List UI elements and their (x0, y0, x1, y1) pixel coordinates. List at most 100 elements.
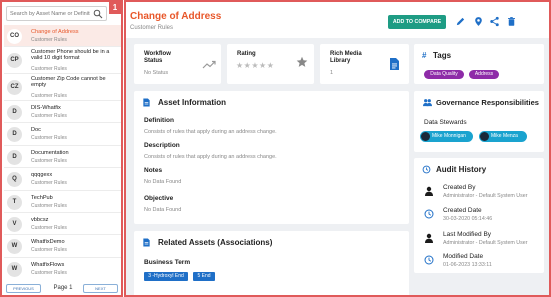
related-assets-title: Related Assets (Associations) (158, 238, 273, 247)
objective-label: Objective (144, 195, 174, 202)
list-item[interactable]: CP Customer Phone should be in a valid 1… (4, 47, 121, 74)
avatar (480, 132, 489, 141)
data-stewards-label: Data Stewards (424, 119, 467, 126)
business-term-chip[interactable]: 5 End (193, 272, 215, 281)
workflow-status-card: Workflow Status No Status (134, 44, 221, 84)
notes-value: No Data Found (144, 179, 182, 185)
edit-icon[interactable] (455, 16, 466, 27)
related-assets-icon (143, 238, 150, 247)
steward-chip[interactable]: Mike Menza (479, 131, 527, 142)
list-item[interactable]: W WhatfixDemo Customer Rules (4, 235, 121, 258)
panel-number-badge: 1 (109, 2, 121, 14)
objective-value: No Data Found (144, 207, 182, 213)
asset-information-card: Asset Information Definition Consists of… (134, 91, 409, 224)
list-item-category: Customer Rules (31, 157, 67, 164)
people-icon (423, 99, 432, 107)
governance-card: Governance Responsibilities Data Steward… (414, 91, 544, 152)
clock-icon (424, 255, 434, 265)
list-item-name: WhatfixFlows (31, 261, 65, 268)
rich-media-label: Rich Media Library (330, 51, 362, 64)
list-item-name: WhatfixDemo (31, 239, 65, 246)
page-title: Change of Address (130, 11, 222, 22)
document-icon (390, 58, 399, 70)
audit-value: 30-03-2020 05:14:46 (443, 216, 493, 222)
notes-label: Notes (144, 167, 163, 174)
list-item-category: Customer Rules (31, 224, 67, 231)
audit-title: Modified Date (443, 253, 484, 260)
list-item-name: DIS-Whatfix (31, 105, 61, 111)
pagination: PREVIOUS Page 1 NEXT (6, 284, 118, 294)
star-icon[interactable] (296, 56, 308, 68)
avatar: V (7, 216, 22, 232)
list-item[interactable]: D Documentation Customer Rules (4, 146, 121, 169)
asset-information-title: Asset Information (158, 98, 227, 107)
audit-title: Created By (443, 184, 476, 191)
rating-label: Rating (237, 51, 256, 57)
rich-media-count: 1 (330, 70, 334, 76)
business-term-label: Business Term (144, 259, 191, 266)
list-item[interactable]: V vbbcsz Customer Rules (4, 213, 121, 236)
asset-list-panel: 1 CO Change of Address Customer Rules CP… (0, 0, 123, 297)
list-item[interactable]: T TechPub Customer Rules (4, 191, 121, 213)
list-item-name: Customer Zip Code cannot be empty (31, 76, 106, 89)
list-item-category: Customer Rules (31, 66, 67, 72)
list-item-category: Customer Rules (31, 93, 67, 99)
asset-list: CO Change of Address Customer Rules CP C… (4, 25, 121, 280)
steward-chip[interactable]: Mike Monnigan (420, 131, 473, 142)
description-label: Description (144, 142, 180, 149)
list-item[interactable]: D DIS-Whatfix Customer Rules (4, 101, 121, 124)
audit-value: Administrator - Default System User (443, 193, 528, 199)
list-item-name: Change of Address (31, 29, 79, 35)
next-page-button[interactable]: NEXT (83, 284, 118, 293)
share-icon[interactable] (489, 16, 500, 27)
user-icon (425, 233, 433, 243)
avatar (421, 132, 430, 141)
clock-icon (424, 209, 434, 219)
info-document-icon (143, 98, 150, 107)
audit-row: Modified Date 01-06-2023 13:33:11 (414, 252, 544, 280)
delete-icon[interactable] (506, 16, 517, 27)
audit-history-card: Audit History Created By Administrator -… (414, 158, 544, 273)
related-assets-card: Related Assets (Associations) Business T… (134, 231, 409, 295)
list-item-name: Doc (31, 127, 41, 134)
location-pin-icon[interactable] (473, 16, 484, 27)
tags-title: Tags (433, 51, 452, 60)
previous-page-button[interactable]: PREVIOUS (6, 284, 41, 293)
search-box[interactable] (6, 6, 107, 21)
list-item-category: Customer Rules (31, 135, 67, 142)
list-item[interactable]: Q qqqgexx Customer Rules (4, 168, 121, 191)
rating-card: Rating ★★★★★ (227, 44, 314, 84)
audit-value: Administrator - Default System User (443, 240, 528, 246)
search-icon[interactable] (93, 9, 103, 19)
avatar: T (7, 194, 22, 210)
audit-value: 01-06-2023 13:33:11 (443, 262, 492, 268)
list-item[interactable]: W WhatfixFlows Customer Rules (4, 258, 121, 280)
history-icon (422, 165, 431, 174)
page-subtitle: Customer Rules (130, 25, 174, 31)
avatar: CZ (7, 80, 22, 95)
steward-name: Mike Monnigan (432, 133, 466, 139)
avatar: W (7, 239, 22, 255)
tag-chip[interactable]: Address (469, 70, 499, 79)
list-item-name: Documentation (31, 149, 69, 156)
list-item[interactable]: CO Change of Address Customer Rules (4, 25, 121, 47)
list-item[interactable]: CZ Customer Zip Code cannot be empty Cus… (4, 74, 121, 101)
avatar: D (7, 149, 22, 165)
avatar: W (7, 261, 22, 277)
audit-history-title: Audit History (436, 165, 487, 174)
tag-chip[interactable]: Data Quality (424, 70, 464, 79)
asset-detail-panel: 2 ✕ Change of Address Customer Rules ADD… (124, 0, 551, 297)
page-indicator: Page 1 (53, 285, 73, 291)
rating-stars[interactable]: ★★★★★ (236, 61, 274, 70)
avatar: CP (7, 53, 22, 68)
add-to-compare-button[interactable]: ADD TO COMPARE (388, 15, 446, 29)
rich-media-card[interactable]: Rich Media Library 1 (320, 44, 409, 84)
tags-card: # Tags Data Quality Address (414, 44, 544, 84)
business-term-chip[interactable]: 3 -Hydroxyl End (144, 272, 188, 281)
list-item-name: qqqgexx (31, 172, 53, 179)
governance-title: Governance Responsibilities (436, 98, 539, 107)
list-item[interactable]: D Doc Customer Rules (4, 123, 121, 146)
avatar: D (7, 127, 22, 143)
search-input[interactable] (10, 9, 90, 19)
list-item-category: Customer Rules (31, 180, 67, 187)
